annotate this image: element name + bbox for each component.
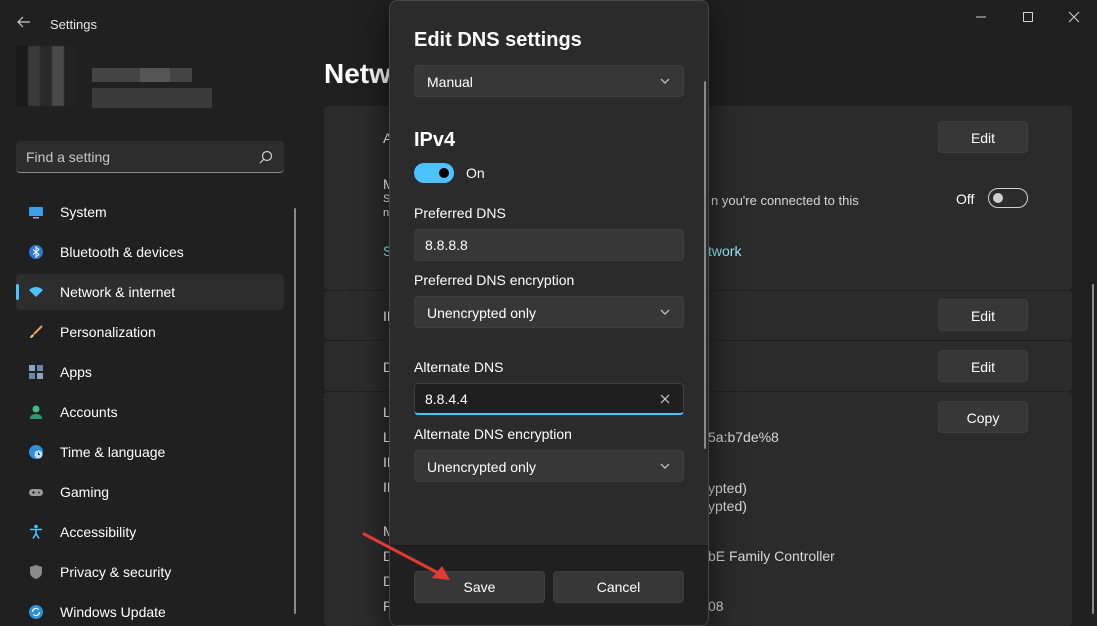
copy-button[interactable]: Copy — [938, 401, 1028, 433]
preferred-encryption-value: Unencrypted only — [427, 305, 536, 321]
search-icon — [259, 150, 273, 164]
sidebar-nav: System Bluetooth & devices Network & int… — [16, 194, 284, 626]
apps-icon — [28, 364, 44, 380]
page-title: Netw — [324, 58, 391, 89]
arrow-left-icon — [17, 16, 30, 28]
sidebar-item-accessibility[interactable]: Accessibility — [16, 514, 284, 550]
accessibility-icon — [28, 524, 44, 540]
back-button[interactable] — [14, 14, 34, 34]
dns-mode-dropdown[interactable]: Manual — [414, 65, 684, 97]
dns-mode-value: Manual — [427, 74, 473, 90]
search-box[interactable] — [16, 141, 284, 173]
sidebar-item-system[interactable]: System — [16, 194, 284, 230]
sidebar-item-network[interactable]: Network & internet — [16, 274, 284, 310]
dialog-scrollbar[interactable] — [704, 81, 706, 449]
ipv4-toggle-label: On — [466, 165, 485, 181]
sidebar-item-personalization[interactable]: Personalization — [16, 314, 284, 350]
chevron-down-icon — [660, 78, 670, 84]
minimize-button[interactable] — [958, 8, 1004, 28]
monitor-icon — [28, 204, 44, 220]
close-icon — [1068, 11, 1080, 23]
alternate-encryption-value: Unencrypted only — [427, 459, 536, 475]
alternate-encryption-label: Alternate DNS encryption — [414, 426, 572, 442]
page-scrollbar[interactable] — [1092, 284, 1094, 614]
dns-encryption-2: ypted) — [708, 498, 747, 514]
minimize-icon — [976, 16, 986, 18]
chevron-down-icon — [660, 463, 670, 469]
alternate-dns-input[interactable] — [425, 391, 645, 407]
brush-icon — [28, 324, 44, 340]
alternate-dns-label: Alternate DNS — [414, 359, 504, 375]
search-input[interactable] — [26, 149, 246, 165]
maximize-icon — [1023, 12, 1033, 22]
shield-icon — [28, 564, 44, 580]
metered-description: n you're connected to this — [711, 193, 859, 208]
network-link[interactable]: twork — [708, 243, 741, 259]
update-icon — [28, 604, 44, 620]
close-button[interactable] — [1051, 8, 1097, 28]
metered-toggle-label: Off — [956, 191, 975, 207]
bluetooth-icon — [28, 244, 44, 260]
preferred-encryption-dropdown[interactable]: Unencrypted only — [414, 296, 684, 328]
profile-name-blur — [140, 68, 170, 82]
sidebar-item-apps[interactable]: Apps — [16, 354, 284, 390]
person-icon — [28, 404, 44, 420]
dns-edit-button[interactable]: Edit — [938, 350, 1028, 382]
alternate-dns-box[interactable] — [414, 383, 684, 415]
dialog-title: Edit DNS settings — [414, 29, 582, 51]
avatar[interactable] — [16, 46, 76, 106]
dns-encryption-1: ypted) — [708, 480, 747, 496]
active-indicator — [16, 284, 19, 300]
maximize-button[interactable] — [1005, 8, 1051, 28]
adapter-description: bE Family Controller — [708, 548, 835, 564]
sidebar-scrollbar[interactable] — [294, 208, 296, 614]
metered-toggle[interactable] — [988, 188, 1028, 208]
ipv4-toggle[interactable] — [414, 163, 454, 183]
profile-email-blur — [92, 88, 212, 108]
globe-clock-icon — [28, 444, 44, 460]
chevron-down-icon — [660, 309, 670, 315]
ipv6-link-local: 5a:b7de%8 — [708, 429, 779, 445]
sidebar-item-windows-update[interactable]: Windows Update — [16, 594, 284, 626]
sidebar-item-accounts[interactable]: Accounts — [16, 394, 284, 430]
annotation-arrow-icon — [362, 532, 450, 580]
preferred-dns-box[interactable] — [414, 229, 684, 261]
sidebar-item-time-language[interactable]: Time & language — [16, 434, 284, 470]
alternate-encryption-dropdown[interactable]: Unencrypted only — [414, 450, 684, 482]
preferred-dns-input[interactable] — [425, 237, 645, 253]
edit-button[interactable]: Edit — [938, 121, 1028, 153]
gamepad-icon — [28, 484, 44, 500]
sidebar-item-privacy[interactable]: Privacy & security — [16, 554, 284, 590]
ip-edit-button[interactable]: Edit — [938, 299, 1028, 331]
ipv4-heading: IPv4 — [414, 129, 456, 151]
wifi-icon — [28, 284, 44, 300]
clear-icon[interactable] — [659, 393, 671, 405]
app-title: Settings — [50, 17, 97, 32]
preferred-encryption-label: Preferred DNS encryption — [414, 272, 575, 288]
sidebar-item-gaming[interactable]: Gaming — [16, 474, 284, 510]
preferred-dns-label: Preferred DNS — [414, 205, 506, 221]
cancel-button[interactable]: Cancel — [553, 571, 684, 603]
driver-version: 08 — [708, 598, 724, 614]
sidebar-item-bluetooth[interactable]: Bluetooth & devices — [16, 234, 284, 270]
